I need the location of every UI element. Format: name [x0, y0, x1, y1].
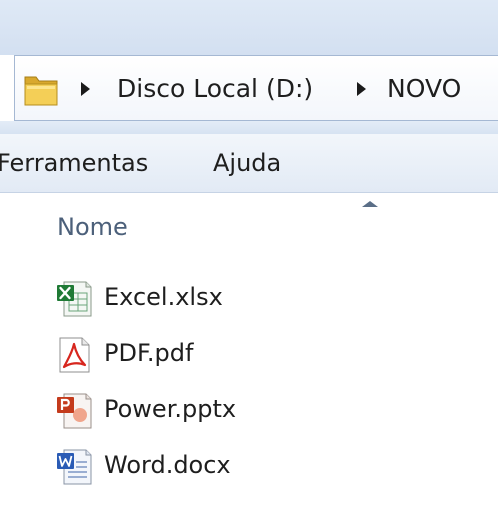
powerpoint-file-icon — [57, 393, 92, 429]
file-name: Power.pptx — [104, 395, 237, 423]
file-row-powerpoint[interactable]: Power.pptx — [48, 387, 348, 429]
file-name: Word.docx — [104, 451, 231, 479]
file-row-pdf[interactable]: PDF.pdf — [48, 331, 348, 373]
folder-icon — [24, 76, 58, 106]
menu-bar: Ferramentas Ajuda — [0, 134, 498, 193]
file-row-word[interactable]: Word.docx — [48, 443, 348, 485]
file-name: PDF.pdf — [104, 339, 194, 367]
breadcrumb-separator-icon[interactable] — [81, 82, 90, 96]
file-row-excel[interactable]: Excel.xlsx — [48, 275, 348, 317]
file-list: Nome Excel.xlsx PDF.pdf Power.pptx Word.… — [0, 193, 498, 505]
breadcrumb-novo[interactable]: NOVO — [387, 72, 461, 106]
breadcrumb-separator-icon[interactable] — [357, 82, 366, 96]
menu-ajuda[interactable]: Ajuda — [213, 146, 281, 180]
window-title-bar — [0, 0, 498, 55]
menu-ferramentas[interactable]: Ferramentas — [0, 146, 148, 180]
address-bar[interactable]: Disco Local (D:) NOVO — [14, 55, 498, 121]
word-file-icon — [57, 449, 92, 485]
sort-ascending-icon — [362, 201, 378, 207]
breadcrumb-disco-local[interactable]: Disco Local (D:) — [117, 72, 313, 106]
toolbar-divider — [0, 121, 498, 134]
excel-file-icon — [57, 281, 92, 317]
column-header-name[interactable]: Nome — [57, 211, 128, 243]
pdf-file-icon — [59, 337, 90, 373]
file-name: Excel.xlsx — [104, 283, 223, 311]
